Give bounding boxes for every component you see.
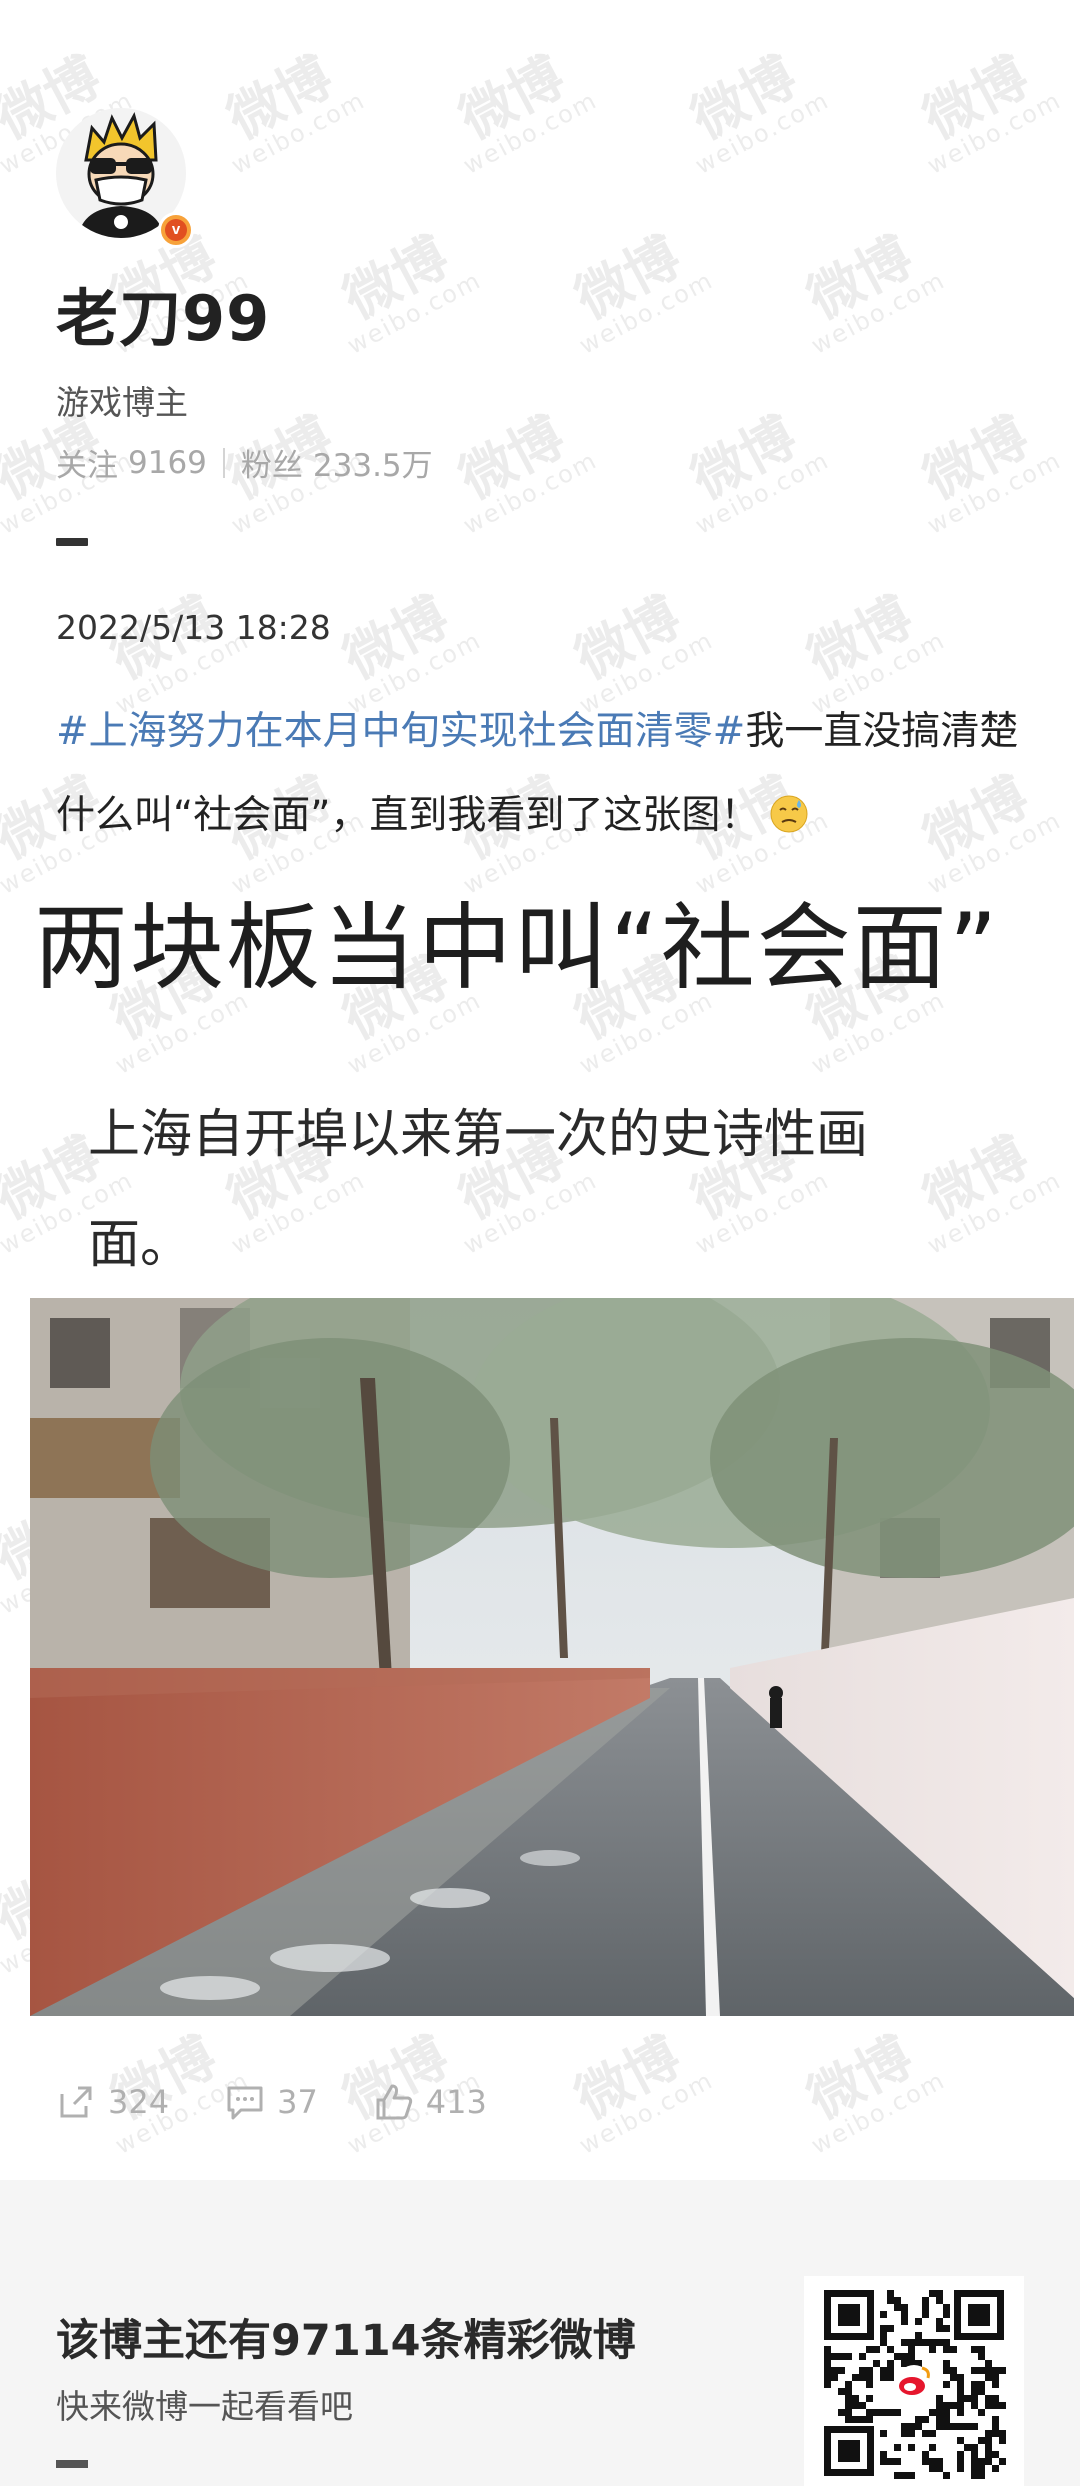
weibo-watermark: 微博weibo.com: [565, 224, 719, 360]
user-title: 游戏博主: [56, 383, 188, 422]
street-photo-illustration: [30, 1298, 1074, 2016]
weibo-share-page: 微博weibo.com 微博weibo.com 微博weibo.com 微博weibo…: [0, 0, 1080, 2486]
action-bar: 324 37 413: [56, 2078, 543, 2126]
weibo-watermark: 微博weibo.com: [217, 44, 371, 180]
section-divider: [56, 538, 88, 546]
weibo-watermark: 微博weibo.com: [333, 224, 487, 360]
image-caption: 上海自开埠以来第一次的史诗性画面。: [88, 1105, 869, 1275]
weibo-watermark: 微博weibo.com: [913, 44, 1067, 180]
comment-button[interactable]: 37: [225, 2082, 318, 2122]
followers-count: 233.5万: [312, 448, 433, 484]
thumbs-up-icon: [376, 2084, 412, 2120]
stats-divider: [222, 447, 225, 478]
follow-stats: 关注 9169 粉丝 233.5万: [56, 440, 433, 485]
post-timestamp: 2022/5/13 18:28: [56, 608, 331, 647]
repost-count: 324: [108, 2083, 170, 2121]
weibo-watermark: 微博weibo.com: [681, 44, 835, 180]
verified-v-icon: v: [165, 219, 187, 241]
qr-code[interactable]: [804, 2276, 1024, 2486]
comment-icon: [227, 2086, 263, 2120]
post-text: #上海努力在本月中旬实现社会面清零#我一直没搞清楚什么叫“社会面”，直到我看到了…: [56, 690, 1026, 858]
share-icon: [60, 2086, 92, 2118]
weibo-watermark: 微博weibo.com: [565, 2024, 719, 2160]
weibo-watermark: 微博weibo.com: [913, 404, 1067, 540]
weibo-watermark: 微博weibo.com: [449, 44, 603, 180]
footer-subtitle: 快来微博一起看看吧: [56, 2387, 353, 2426]
like-button[interactable]: 413: [374, 2082, 487, 2122]
repost-button[interactable]: 324: [56, 2082, 169, 2122]
following-label: 关注: [56, 448, 118, 484]
weibo-watermark: 微博weibo.com: [797, 224, 951, 360]
username[interactable]: 老刀99: [56, 268, 270, 358]
street-photo[interactable]: [30, 1298, 1074, 2016]
following-count: 9169: [128, 444, 207, 481]
image-heading: 两块板当中叫“社会面”: [34, 894, 1000, 1003]
weibo-watermark: 微博weibo.com: [449, 404, 603, 540]
like-count: 413: [425, 2083, 487, 2121]
sweat-emoji-icon: [770, 795, 808, 833]
footer-divider: [56, 2460, 88, 2468]
followers-label: 粉丝: [240, 448, 303, 484]
hashtag-link[interactable]: #上海努力在本月中旬实现社会面清零#: [56, 709, 745, 754]
verified-badge: v: [158, 212, 194, 248]
footer-title: 该博主还有97114条精彩微博: [56, 2316, 636, 2366]
qr-code-icon: [804, 2276, 1024, 2486]
weibo-watermark: 微博weibo.com: [681, 404, 835, 540]
footer-promo[interactable]: 该博主还有97114条精彩微博 快来微博一起看看吧: [0, 2180, 1080, 2486]
weibo-watermark: 微博weibo.com: [797, 2024, 951, 2160]
comment-count: 37: [277, 2083, 318, 2121]
